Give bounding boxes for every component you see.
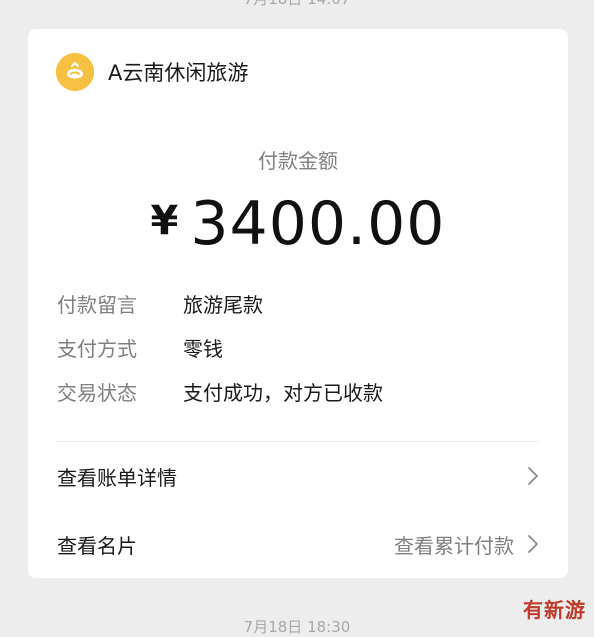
merchant-header[interactable]: A云南休闲旅游 [56,53,248,91]
view-card-label: 查看名片 [57,533,137,558]
detail-key: 交易状态 [57,380,137,405]
divider [57,441,539,442]
view-bill-detail-label: 查看账单详情 [57,465,177,490]
merchant-logo-icon [56,53,94,91]
message-timestamp-bottom: 7月18日 18:30 [243,618,351,636]
detail-value: 支付成功，对方已收款 [183,380,383,405]
view-card-link[interactable]: 查看名片 查看累计付款 [57,529,540,559]
detail-key: 付款留言 [57,292,137,317]
detail-value: 零钱 [183,336,223,361]
detail-row-status: 交易状态 支付成功，对方已收款 [57,377,383,405]
detail-key: 支付方式 [57,336,137,361]
detail-row-method: 支付方式 零钱 [57,333,223,361]
message-timestamp-top: 7月18日 14:07 [0,0,594,9]
payment-amount: ¥3400.00 [28,189,568,259]
view-bill-detail-link[interactable]: 查看账单详情 [57,461,540,491]
view-cumulative-payments-link[interactable]: 查看累计付款 [394,530,514,559]
chevron-right-icon [528,467,538,485]
amount-label: 付款金额 [258,149,338,173]
currency-symbol: ¥ [150,198,179,244]
detail-row-message: 付款留言 旅游尾款 [57,289,263,317]
amount-value: 3400.00 [190,189,446,259]
detail-value: 旅游尾款 [183,292,263,317]
payment-card: A云南休闲旅游 付款金额 ¥3400.00 付款留言 旅游尾款 支付方式 零钱 … [28,29,568,578]
merchant-name: A云南休闲旅游 [108,61,249,85]
watermark: 有新游 [523,598,586,622]
chevron-right-icon [528,535,538,553]
